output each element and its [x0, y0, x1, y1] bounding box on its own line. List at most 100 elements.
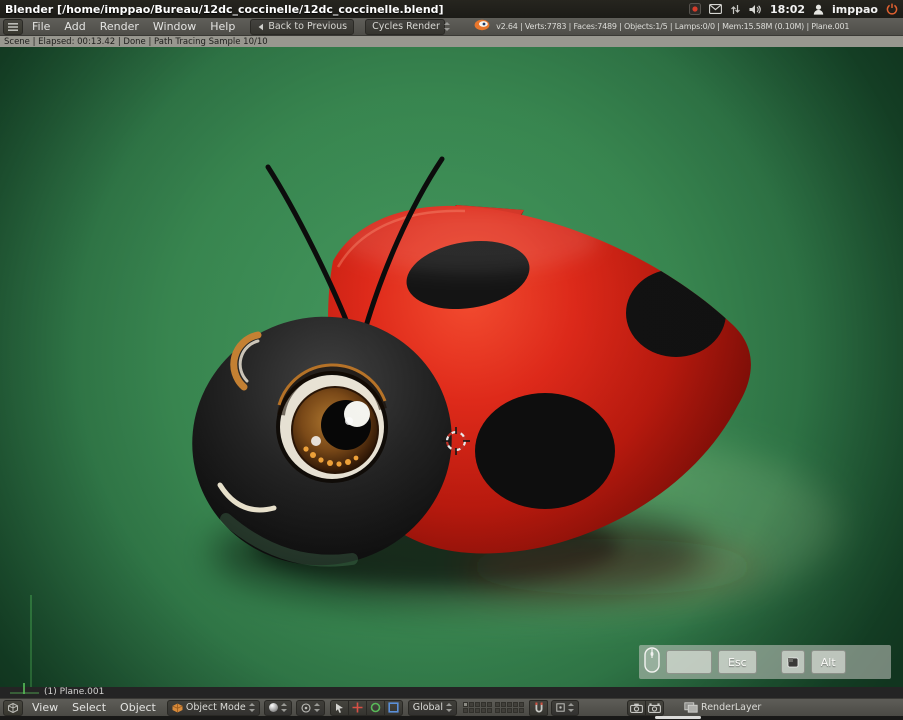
layer-cell[interactable]	[463, 702, 469, 707]
layer-cell[interactable]	[513, 702, 519, 707]
layer-cell[interactable]	[507, 708, 513, 713]
rotate-manipulator-icon	[370, 702, 381, 713]
menu-file[interactable]: File	[25, 18, 57, 35]
bottom-scrollbar	[0, 716, 903, 720]
menu-object[interactable]: Object	[113, 700, 163, 716]
dropdown-arrows-icon	[280, 703, 287, 712]
back-to-previous-button[interactable]: Back to Previous	[250, 18, 355, 35]
network-icon[interactable]	[730, 4, 741, 15]
scale-manipulator-button[interactable]	[384, 699, 403, 716]
back-arrow-icon	[258, 23, 264, 30]
snap-element-select[interactable]	[551, 699, 580, 716]
render-engine-select[interactable]: Cycles Render	[365, 18, 450, 35]
render-animation-button[interactable]	[646, 699, 665, 716]
layers-widget	[463, 702, 525, 713]
blender-window: Blender [/home/imppao/Bureau/12dc_coccin…	[0, 0, 903, 720]
mode-select[interactable]: Object Mode	[166, 699, 260, 716]
snap-toggle-button[interactable]	[529, 699, 549, 716]
layer-cell[interactable]	[495, 702, 501, 707]
system-tray: 18:02 imppao	[689, 3, 903, 16]
menu-select[interactable]: Select	[65, 700, 113, 716]
render-result-image	[0, 47, 903, 687]
camera-film-icon	[648, 702, 661, 713]
pivot-point-select[interactable]	[295, 699, 325, 716]
blender-logo	[474, 19, 490, 34]
username[interactable]: imppao	[832, 3, 878, 16]
menu-add[interactable]: Add	[57, 18, 92, 35]
manipulator-buttons	[329, 699, 403, 716]
viewport-bottom-strip: (1) Plane.001	[0, 683, 903, 698]
view3d-header: View Select Object Object Mode Global Re…	[0, 698, 903, 716]
info-editor-icon	[8, 22, 18, 31]
view3d-editor-icon	[8, 702, 18, 713]
screencast-keys-overlay: Esc Alt	[639, 645, 891, 679]
layer-cell[interactable]	[495, 708, 501, 713]
layer-cell[interactable]	[481, 702, 487, 707]
render-layer-icon	[684, 702, 698, 713]
layer-cell[interactable]	[475, 708, 481, 713]
editor-type-button[interactable]	[3, 18, 23, 35]
translate-manipulator-icon	[352, 702, 363, 713]
viewport-shading-select[interactable]	[263, 699, 292, 716]
transform-orientation-select[interactable]: Global	[407, 699, 458, 716]
snap-element-icon	[556, 703, 565, 712]
layer-cell[interactable]	[501, 702, 507, 707]
dropdown-arrows-icon	[313, 703, 320, 712]
layer-cell[interactable]	[469, 702, 475, 707]
scrollbar-handle[interactable]	[655, 716, 701, 719]
render-shortcut-buttons	[627, 699, 665, 716]
menu-render[interactable]: Render	[93, 18, 146, 35]
screencast-key-slot	[666, 650, 712, 674]
mini-axis-icon	[8, 679, 42, 698]
scale-manipulator-icon	[388, 702, 399, 713]
pivot-icon	[301, 702, 311, 713]
volume-icon[interactable]	[749, 4, 762, 15]
mouse-icon	[644, 647, 660, 677]
layer-cell[interactable]	[507, 702, 513, 707]
clock[interactable]: 18:02	[770, 3, 805, 16]
object-mode-icon	[172, 703, 183, 712]
layer-cell[interactable]	[475, 702, 481, 707]
scene-statistics: v2.64 | Verts:7783 | Faces:7489 | Object…	[496, 22, 850, 31]
render-status-text: Scene | Elapsed: 00:13.42 | Done | Path …	[4, 36, 268, 47]
render-still-button[interactable]	[627, 699, 647, 716]
layer-cell[interactable]	[487, 708, 493, 713]
rotate-manipulator-button[interactable]	[366, 699, 385, 716]
indicator-icon[interactable]	[689, 3, 702, 15]
viewport-3d[interactable]: Esc Alt (1) Plane.001	[0, 47, 903, 698]
active-object-info: (1) Plane.001	[44, 687, 105, 697]
translate-manipulator-button[interactable]	[348, 699, 367, 716]
dropdown-arrows-icon	[446, 703, 453, 712]
dropdown-arrows-icon	[443, 22, 450, 31]
menu-view[interactable]: View	[25, 700, 65, 716]
screencast-key-esc: Esc	[718, 650, 757, 674]
manipulator-toggle-button[interactable]	[329, 699, 349, 716]
magnet-icon	[534, 702, 543, 712]
mouse-action-icon	[780, 650, 805, 674]
user-icon[interactable]	[813, 4, 824, 15]
dropdown-arrows-icon	[248, 703, 255, 712]
titlebar: Blender [/home/imppao/Bureau/12dc_coccin…	[0, 0, 903, 18]
shading-sphere-icon	[268, 703, 278, 712]
render-status-bar: Scene | Elapsed: 00:13.42 | Done | Path …	[0, 36, 903, 47]
menu-window[interactable]: Window	[146, 18, 203, 35]
menu-help[interactable]: Help	[203, 18, 242, 35]
layer-cell[interactable]	[481, 708, 487, 713]
screencast-key-alt: Alt	[810, 650, 846, 674]
dropdown-arrows-icon	[568, 703, 575, 712]
pointer-icon	[335, 703, 343, 713]
window-title: Blender [/home/imppao/Bureau/12dc_coccin…	[5, 2, 444, 16]
layer-cell[interactable]	[463, 708, 469, 713]
layer-cell[interactable]	[501, 708, 507, 713]
layer-cell[interactable]	[487, 702, 493, 707]
render-layer-select[interactable]: RenderLayer	[679, 700, 766, 716]
editor-type-button-3d[interactable]	[3, 699, 23, 716]
info-header: File Add Render Window Help Back to Prev…	[0, 18, 903, 36]
layer-cell[interactable]	[519, 708, 525, 713]
power-icon[interactable]	[886, 3, 898, 15]
layer-cell[interactable]	[469, 708, 475, 713]
camera-icon	[630, 703, 643, 713]
mail-icon[interactable]	[709, 4, 722, 14]
layer-cell[interactable]	[519, 702, 525, 707]
layer-cell[interactable]	[513, 708, 519, 713]
